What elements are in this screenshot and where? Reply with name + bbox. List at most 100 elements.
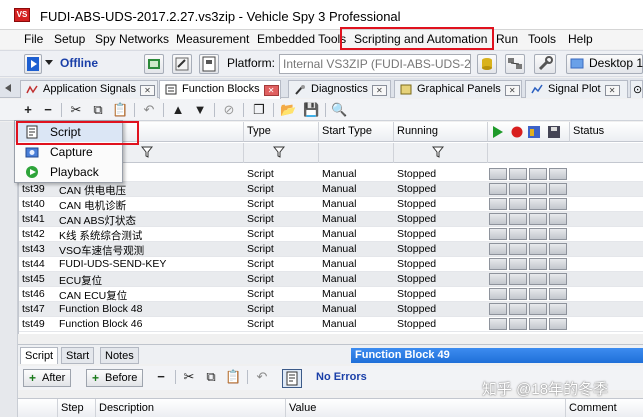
table-row[interactable]: tst47 Function Block 48 Script Manual Stoppe… <box>19 302 643 317</box>
stop-row-button[interactable] <box>509 183 527 195</box>
disable-icon[interactable]: ⊘ <box>221 102 237 118</box>
hardware-button[interactable] <box>144 54 164 74</box>
stop-row-button[interactable] <box>509 288 527 300</box>
stop-row-button[interactable] <box>509 258 527 270</box>
tab-scroll-left-icon[interactable] <box>3 83 13 93</box>
settings-button[interactable] <box>172 54 192 74</box>
save-row-button[interactable] <box>549 273 567 285</box>
run-row-button[interactable] <box>489 183 507 195</box>
cut-icon[interactable]: ✂ <box>68 102 84 118</box>
save-row-button[interactable] <box>549 198 567 210</box>
tab-function-blocks[interactable]: Function Blocks ✕ <box>159 80 281 99</box>
column-header-value[interactable]: Value <box>286 399 566 417</box>
close-icon[interactable]: ✕ <box>139 85 155 96</box>
run-row-button[interactable] <box>489 318 507 330</box>
table-row[interactable]: tst49 Function Block 46 Script Manual Stoppe… <box>19 317 643 332</box>
run-row-button[interactable] <box>489 288 507 300</box>
column-header-status[interactable]: Status <box>570 122 643 142</box>
tab-signal-plot[interactable]: Signal Plot ✕ <box>525 80 628 98</box>
stop-row-button[interactable] <box>509 168 527 180</box>
copy-icon[interactable]: ⧉ <box>90 102 106 118</box>
menu-help[interactable]: Help <box>568 32 593 46</box>
save-row-button[interactable] <box>549 303 567 315</box>
table-row[interactable]: tst46 CAN ECU复位 Script Manual Stopped <box>19 287 643 302</box>
save-row-button[interactable] <box>549 243 567 255</box>
step-row-button[interactable] <box>529 258 547 270</box>
table-row[interactable]: tst42 K线 系统综合测试 Script Manual Stopped <box>19 227 643 242</box>
run-row-button[interactable] <box>489 228 507 240</box>
filter-icon[interactable] <box>141 146 153 158</box>
open-folder-icon[interactable]: 📂 <box>280 102 296 118</box>
tab-graphical-panels[interactable]: Graphical Panels ✕ <box>394 80 522 98</box>
menu-tools[interactable]: Tools <box>528 32 556 46</box>
mode-dropdown-icon[interactable] <box>45 60 53 65</box>
column-header-step[interactable]: Step <box>58 399 96 417</box>
menu-measurement[interactable]: Measurement <box>176 32 249 46</box>
step-row-button[interactable] <box>529 303 547 315</box>
table-row[interactable]: tst45 ECU复位 Script Manual Stopped <box>19 272 643 287</box>
move-up-icon[interactable]: ▲ <box>170 102 186 118</box>
stop-row-button[interactable] <box>509 303 527 315</box>
wrench-button[interactable] <box>534 54 556 74</box>
menu-spy-networks[interactable]: Spy Networks <box>95 32 169 46</box>
save-icon[interactable]: 💾 <box>303 102 319 118</box>
save-row-button[interactable] <box>549 183 567 195</box>
step-row-button[interactable] <box>529 243 547 255</box>
add-icon[interactable]: + <box>20 102 36 118</box>
step-row-button[interactable] <box>529 318 547 330</box>
add-before-button[interactable]: + Before <box>86 369 144 387</box>
step-row-button[interactable] <box>529 183 547 195</box>
filter-cell-start-type[interactable] <box>319 143 394 163</box>
filter-cell-type[interactable] <box>244 143 319 163</box>
save-row-button[interactable] <box>549 168 567 180</box>
stop-row-button[interactable] <box>509 273 527 285</box>
run-row-button[interactable] <box>489 258 507 270</box>
paste-icon[interactable]: 📋 <box>225 369 241 385</box>
step-row-button[interactable] <box>529 273 547 285</box>
database-button[interactable] <box>477 54 497 74</box>
table-row[interactable]: tst40 CAN 电机诊断 Script Manual Stopped <box>19 197 643 212</box>
menu-item-playback[interactable]: Playback <box>15 162 122 182</box>
stop-row-button[interactable] <box>509 228 527 240</box>
step-row-button[interactable] <box>529 228 547 240</box>
run-row-button[interactable] <box>489 168 507 180</box>
close-icon[interactable]: ✕ <box>604 85 620 96</box>
save-row-button[interactable] <box>549 318 567 330</box>
step-row-button[interactable] <box>529 198 547 210</box>
column-header-start-type[interactable]: Start Type <box>319 122 394 142</box>
stop-row-button[interactable] <box>509 243 527 255</box>
stop-row-button[interactable] <box>509 318 527 330</box>
column-header-comment[interactable]: Comment <box>566 399 643 417</box>
menu-file[interactable]: File <box>24 32 43 46</box>
step-row-button[interactable] <box>529 168 547 180</box>
add-after-button[interactable]: + After <box>23 369 72 387</box>
save-row-button[interactable] <box>549 228 567 240</box>
compile-button[interactable] <box>282 369 302 388</box>
table-row[interactable]: tst44 FUDI-UDS-SEND-KEY Script Manual Stoppe… <box>19 257 643 272</box>
network-button[interactable] <box>505 54 525 74</box>
table-row[interactable]: tst43 VSO车速信号观测 Script Manual Stopped <box>19 242 643 257</box>
tab-overflow[interactable]: ⊙ <box>630 80 643 98</box>
cut-icon[interactable]: ✂ <box>181 369 197 385</box>
filter-cell-running[interactable] <box>394 143 488 163</box>
remove-icon[interactable]: − <box>40 102 56 118</box>
run-row-button[interactable] <box>489 303 507 315</box>
close-icon[interactable]: ✕ <box>504 85 520 96</box>
close-icon[interactable]: ✕ <box>263 85 279 96</box>
step-row-button[interactable] <box>529 288 547 300</box>
menu-run[interactable]: Run <box>496 32 518 46</box>
tab-notes[interactable]: Notes <box>100 347 139 364</box>
online-toggle-button[interactable] <box>24 54 42 74</box>
tab-start[interactable]: Start <box>61 347 95 364</box>
column-header-type[interactable]: Type <box>244 122 319 142</box>
undo-icon[interactable]: ↶ <box>141 102 157 118</box>
menu-item-capture[interactable]: Capture <box>15 142 122 162</box>
paste-icon[interactable]: 📋 <box>112 102 128 118</box>
save-row-button[interactable] <box>549 288 567 300</box>
stop-row-button[interactable] <box>509 213 527 225</box>
duplicate-icon[interactable]: ❐ <box>251 102 267 118</box>
column-header-running[interactable]: Running <box>394 122 488 142</box>
table-row[interactable]: tst39 CAN 供电电压 Script Manual Stopped <box>19 182 643 197</box>
stop-row-button[interactable] <box>509 198 527 210</box>
table-row[interactable]: tst41 CAN ABS灯状态 Script Manual Stopped <box>19 212 643 227</box>
